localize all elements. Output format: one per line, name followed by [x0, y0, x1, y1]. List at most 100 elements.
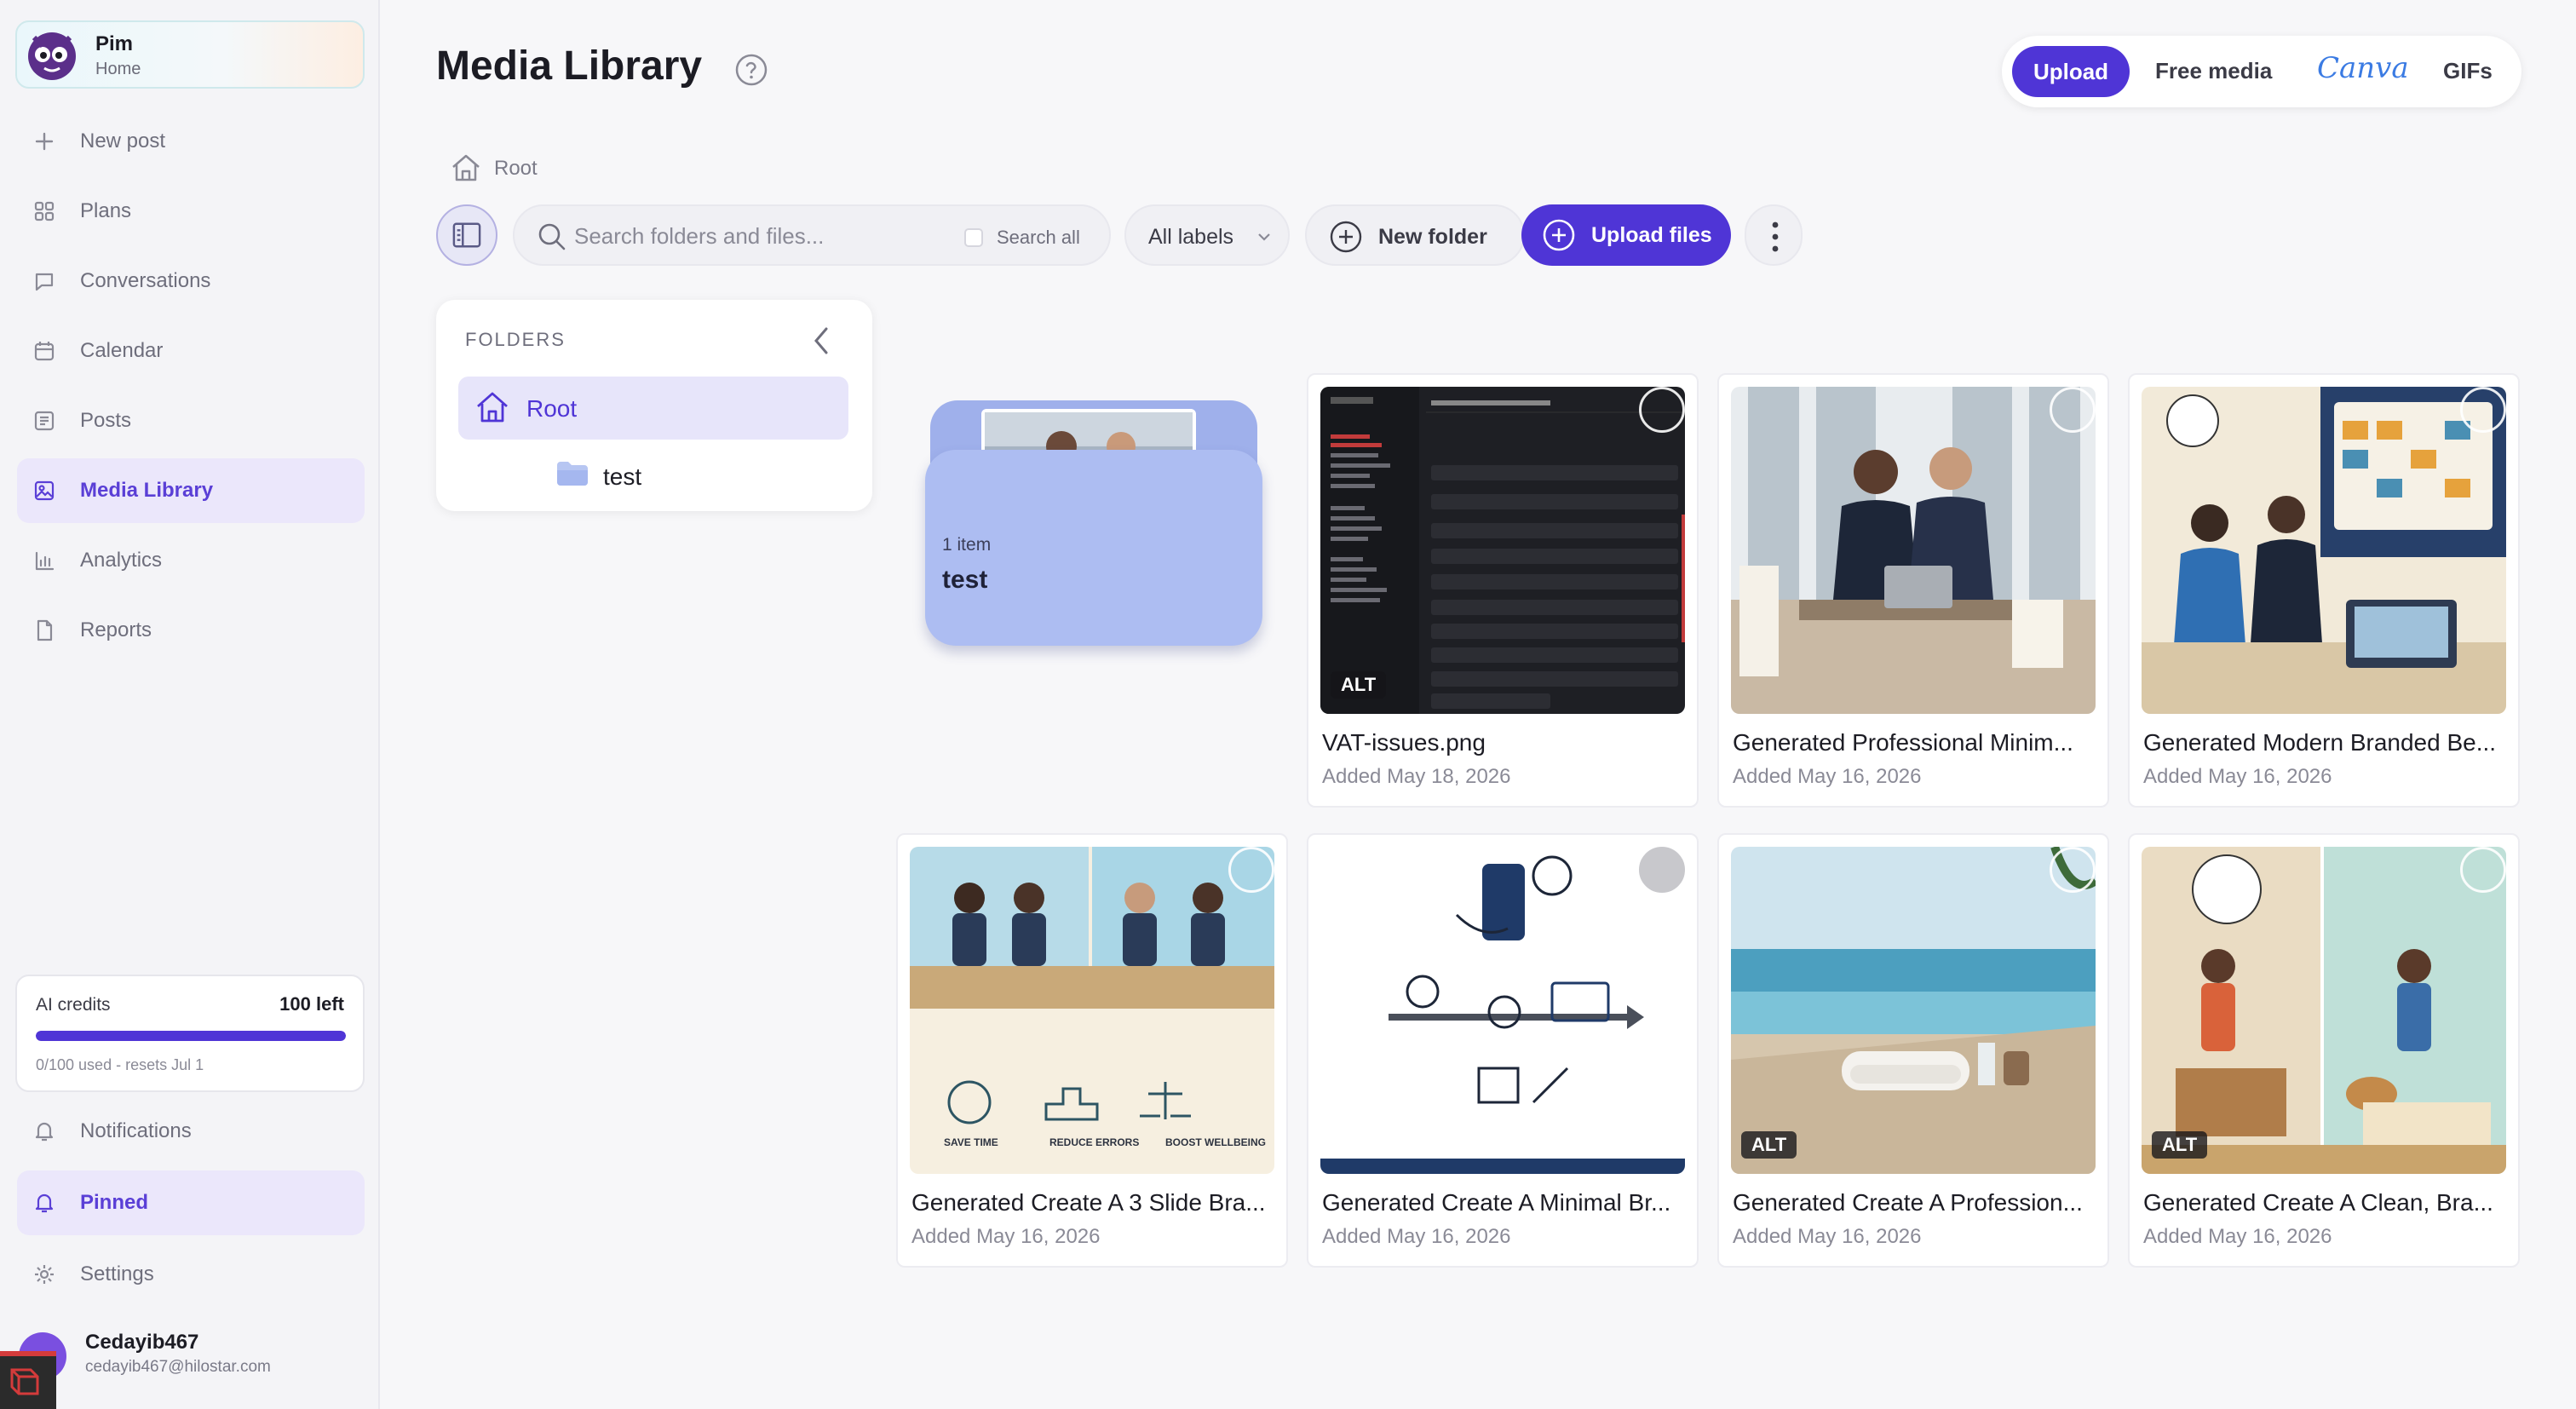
sidebar-item-pinned[interactable]: Pinned: [17, 1170, 365, 1235]
media-name: Generated Create A 3 Slide Bra...: [911, 1189, 1266, 1216]
media-date: Added May 16, 2026: [1733, 765, 1922, 788]
sidebar: Pim Home New post Plans Conversations Ca…: [0, 0, 380, 1409]
media-card[interactable]: SAVE TIME REDUCE ERRORS BOOST WELLBEING …: [896, 833, 1288, 1268]
sidebar-item-label: Settings: [80, 1262, 154, 1285]
labels-dropdown[interactable]: All labels: [1124, 204, 1290, 266]
media-card[interactable]: Generated Modern Branded Be... Added May…: [2128, 373, 2520, 808]
brand-logo-icon: [28, 32, 76, 80]
bell-icon: [35, 1122, 54, 1142]
sidebar-item-posts[interactable]: Posts: [17, 388, 365, 453]
folder-icon: [557, 462, 588, 486]
user-name: Cedayib467: [85, 1331, 199, 1354]
folder-name: test: [942, 566, 988, 594]
free-media-tab[interactable]: Free media: [2155, 58, 2272, 84]
sidebar-layout-icon: [452, 222, 481, 248]
media-thumbnail: [1731, 847, 2096, 1174]
gifs-tab[interactable]: GIFs: [2443, 58, 2493, 84]
plus-circle-icon: [1543, 219, 1575, 251]
sidebar-item-reports[interactable]: Reports: [17, 598, 365, 663]
media-thumbnail: [1731, 387, 2096, 714]
media-card[interactable]: ALT Generated Create A Profession... Add…: [1717, 833, 2109, 1268]
sidebar-item-settings[interactable]: Settings: [17, 1242, 365, 1307]
folder-tree-item[interactable]: test: [543, 451, 833, 496]
list-icon: [34, 411, 55, 431]
image-icon: [34, 480, 55, 501]
upload-tab[interactable]: Upload: [2012, 46, 2130, 97]
media-card[interactable]: Generated Professional Minim... Added Ma…: [1717, 373, 2109, 808]
account-subtitle: Home: [95, 60, 141, 78]
sidebar-item-calendar[interactable]: Calendar: [17, 319, 365, 383]
select-checkbox[interactable]: [1228, 847, 1274, 893]
sidebar-item-label: Media Library: [80, 479, 214, 502]
home-icon[interactable]: [448, 150, 484, 186]
select-checkbox[interactable]: [1639, 387, 1685, 433]
labels-dropdown-label: All labels: [1148, 225, 1234, 249]
folder-tree-root[interactable]: Root: [458, 377, 848, 440]
help-icon[interactable]: [734, 53, 768, 87]
media-card[interactable]: ALT Generated Create A Clean, Bra... Add…: [2128, 833, 2520, 1268]
media-date: Added May 16, 2026: [2143, 1225, 2332, 1248]
media-name: Generated Create A Clean, Bra...: [2143, 1189, 2493, 1216]
media-name: VAT-issues.png: [1322, 729, 1486, 756]
folder-front: 1 item test: [925, 450, 1262, 646]
gear-icon: [35, 1265, 54, 1284]
sidebar-item-new-post[interactable]: New post: [17, 109, 365, 174]
more-options-button[interactable]: [1745, 204, 1803, 266]
search-all-checkbox[interactable]: [964, 228, 983, 247]
folder-tree-root-label: Root: [526, 395, 578, 422]
media-card[interactable]: ALT VAT-issues.png Added May 18, 2026: [1307, 373, 1699, 808]
sidebar-item-analytics[interactable]: Analytics: [17, 528, 365, 593]
sidebar-item-label: Reports: [80, 618, 152, 641]
media-name: Generated Professional Minim...: [1733, 729, 2073, 756]
sidebar-item-media-library[interactable]: Media Library: [17, 458, 365, 523]
search-input[interactable]: [574, 218, 949, 254]
media-card[interactable]: Generated Create A Minimal Br... Added M…: [1307, 833, 1699, 1268]
media-source-switcher: Upload Free media Canva GIFs: [2002, 36, 2521, 107]
user-email: cedayib467@hilostar.com: [85, 1358, 271, 1376]
sidebar-item-plans[interactable]: Plans: [17, 179, 365, 244]
select-checkbox[interactable]: [1639, 847, 1685, 893]
media-date: Added May 16, 2026: [911, 1225, 1101, 1248]
select-checkbox[interactable]: [2050, 847, 2096, 893]
debug-badge-icon[interactable]: [0, 1351, 56, 1409]
upload-files-label: Upload files: [1591, 223, 1712, 247]
media-thumbnail: SAVE TIME REDUCE ERRORS BOOST WELLBEING: [910, 847, 1274, 1174]
folder-card[interactable]: 1 item test: [925, 399, 1262, 646]
account-name: Pim: [95, 32, 134, 55]
more-vertical-icon: [1772, 221, 1779, 252]
plus-icon: [35, 132, 54, 151]
grid-icon: [34, 201, 55, 221]
media-date: Added May 18, 2026: [1322, 765, 1511, 788]
user-profile[interactable]: Cedayib467 cedayib467@hilostar.com: [0, 1320, 380, 1409]
folder-item-count: 1 item: [942, 535, 992, 555]
search-bar: Search all: [513, 204, 1111, 266]
select-checkbox[interactable]: [2460, 847, 2506, 893]
sidebar-item-label: Plans: [80, 199, 132, 222]
sidebar-item-notifications[interactable]: Notifications: [17, 1099, 365, 1164]
alt-badge: ALT: [2152, 1131, 2208, 1159]
credits-label: AI credits: [36, 995, 111, 1015]
chevron-left-icon[interactable]: [808, 324, 835, 358]
sidebar-item-label: Posts: [80, 409, 132, 432]
bell-icon: [35, 1193, 54, 1213]
account-switcher[interactable]: Pim Home: [15, 20, 365, 89]
media-date: Added May 16, 2026: [2143, 765, 2332, 788]
toggle-folders-button[interactable]: [436, 204, 497, 266]
breadcrumb-root[interactable]: Root: [494, 157, 538, 181]
plus-circle-icon: [1330, 221, 1362, 253]
new-folder-button[interactable]: New folder: [1305, 204, 1525, 266]
ai-credits-panel: AI credits 100 left 0/100 used - resets …: [15, 975, 365, 1092]
chat-icon: [35, 273, 54, 291]
sidebar-item-conversations[interactable]: Conversations: [17, 249, 365, 313]
select-checkbox[interactable]: [2460, 387, 2506, 433]
bar-chart-icon: [35, 551, 55, 571]
upload-files-button[interactable]: Upload files: [1521, 204, 1731, 266]
folders-heading: FOLDERS: [465, 329, 566, 350]
canva-tab[interactable]: Canva: [2317, 51, 2409, 85]
home-icon: [477, 392, 508, 423]
credits-progress-fill: [36, 1031, 346, 1041]
select-checkbox[interactable]: [2050, 387, 2096, 433]
calendar-icon: [34, 342, 55, 361]
benefit-boost-wellbeing: BOOST WELLBEING: [1165, 1136, 1266, 1148]
media-thumbnail: [1320, 387, 1685, 714]
